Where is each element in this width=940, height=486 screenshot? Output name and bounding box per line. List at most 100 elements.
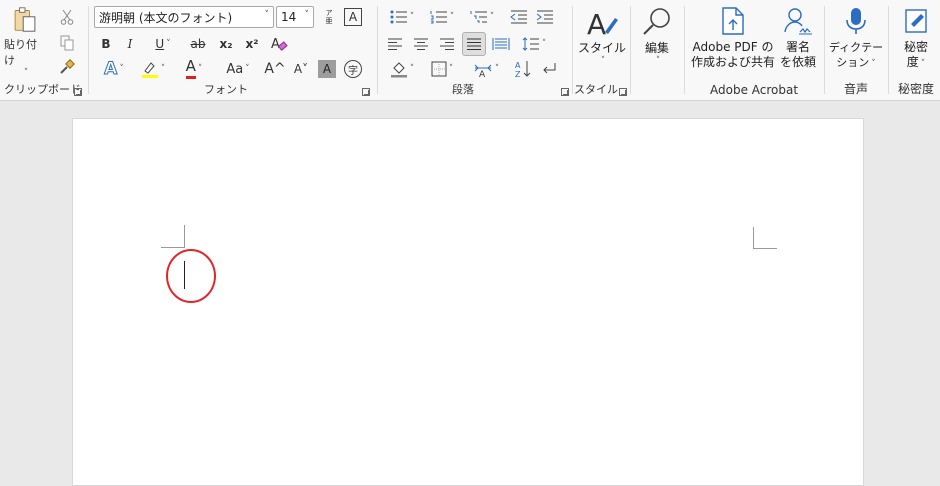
request-signature-button[interactable]: 署名 を依頼 (778, 6, 818, 76)
grow-font-button[interactable]: A^ (264, 58, 286, 80)
superscript-button[interactable]: x² (242, 34, 262, 54)
subscript-button[interactable]: x₂ (216, 34, 236, 54)
underline-icon: U (155, 37, 165, 51)
create-share-pdf-button[interactable]: Adobe PDF の 作成および共有 (690, 6, 776, 76)
increase-indent-button[interactable] (534, 6, 556, 28)
eraser-icon: A (271, 37, 288, 52)
separator (630, 6, 631, 94)
copy-icon (60, 35, 74, 51)
text-effects-button[interactable]: A ˅ (96, 58, 132, 80)
borders-button[interactable]: ˅ (424, 58, 460, 80)
margin-mark-top-left-vertical (184, 225, 185, 247)
paragraph-launcher-icon[interactable] (561, 88, 569, 96)
character-shading-button[interactable]: A (318, 60, 336, 78)
pdf-label-line1: Adobe PDF の (692, 40, 774, 54)
underline-button[interactable]: U ˅ (146, 34, 180, 54)
styles-label: スタイル (578, 41, 627, 55)
font-color-button[interactable]: A ˅ (176, 58, 212, 80)
pdf-share-icon (722, 7, 744, 35)
format-painter-button[interactable] (58, 58, 76, 76)
sort-button[interactable]: AZ (512, 58, 534, 80)
italic-button[interactable]: I (120, 34, 140, 54)
sensitivity-label-icon (905, 9, 927, 33)
sign-label-line1: 署名 (785, 40, 810, 54)
margin-mark-top-right-vertical (753, 227, 754, 249)
voice-group: ディクテー ション ˅ 音声 (826, 0, 886, 101)
bullets-button[interactable]: ˅ (384, 6, 420, 28)
formatting-marks-icon (543, 63, 556, 74)
sensitivity-group: 秘密 度 ˅ 秘密度 (890, 0, 940, 101)
microphone-icon (846, 8, 866, 34)
cut-button[interactable] (58, 8, 76, 26)
chevron-down-icon: ˅ (494, 64, 500, 74)
enclose-characters-button[interactable]: 字 (344, 60, 362, 78)
paragraph-group-label: 段落 (452, 83, 474, 96)
bold-button[interactable]: B (96, 34, 116, 54)
highlighter-icon (141, 62, 158, 78)
change-case-button[interactable]: Aa ˅ (218, 58, 258, 80)
phonetic-guide-button[interactable]: ア亜 (320, 6, 338, 28)
align-left-button[interactable] (384, 33, 406, 55)
separator (377, 6, 378, 94)
enclose-characters-icon: 字 (348, 65, 358, 77)
svg-text:A: A (271, 37, 280, 52)
bullet-list-icon (390, 10, 407, 24)
svg-text:A: A (587, 8, 606, 38)
line-spacing-icon (522, 37, 539, 51)
distributed-button[interactable] (490, 33, 512, 55)
acrobat-group-label: Adobe Acrobat (710, 83, 799, 97)
shading-button[interactable]: ˅ (384, 58, 420, 80)
paste-button[interactable]: 貼り付け ˅ (4, 6, 46, 78)
font-name-value: 游明朝 (本文のフォント) (99, 10, 233, 25)
chevron-down-icon: ˅ (920, 59, 926, 69)
character-border-icon: A (348, 10, 358, 24)
chevron-down-icon: ˅ (409, 12, 415, 22)
distributed-icon (492, 38, 510, 50)
editing-button[interactable]: 編集 ˅ (634, 6, 680, 72)
clipboard-group-label: クリップボード (4, 83, 81, 96)
font-color-icon: A (185, 59, 196, 79)
character-shading-icon: A (322, 62, 332, 76)
font-name-select[interactable]: 游明朝 (本文のフォント) ˅ (94, 6, 274, 28)
sensitivity-button[interactable]: 秘密 度 ˅ (894, 6, 938, 76)
clipboard-launcher-icon[interactable] (74, 88, 82, 96)
font-launcher-icon[interactable] (362, 88, 370, 96)
increase-indent-icon (536, 10, 553, 24)
grow-font-icon: A^ (264, 61, 286, 77)
asian-layout-icon: A (474, 64, 492, 78)
strikethrough-button[interactable]: ab (186, 34, 210, 54)
clipboard-icon (14, 7, 36, 32)
paint-bucket-icon (390, 62, 407, 78)
styles-launcher-icon[interactable] (619, 88, 627, 96)
editing-label: 編集 (644, 41, 669, 55)
justify-button[interactable] (462, 32, 486, 56)
chevron-down-icon: ˅ (871, 59, 876, 69)
character-border-button[interactable]: A (344, 8, 362, 26)
dictate-button[interactable]: ディクテー ション ˅ (828, 6, 884, 76)
multilevel-list-button[interactable]: ˅ (464, 6, 500, 28)
numbering-button[interactable]: ˅ (424, 6, 460, 28)
show-formatting-button[interactable] (538, 58, 560, 80)
phonetic-guide-icon: ア亜 (325, 9, 333, 25)
align-center-button[interactable] (410, 33, 432, 55)
styles-button[interactable]: A スタイル ˅ (578, 6, 626, 78)
align-right-button[interactable] (436, 33, 458, 55)
highlight-button[interactable]: ˅ (136, 58, 170, 80)
styles-group: A スタイル ˅ スタイル (574, 0, 630, 101)
chevron-down-icon: ˅ (264, 10, 270, 20)
search-icon (643, 8, 670, 35)
change-case-icon: Aa (226, 61, 244, 77)
align-left-icon (388, 38, 402, 50)
font-size-select[interactable]: 14 ˅ (276, 6, 314, 28)
asian-layout-button[interactable]: A ˅ (466, 58, 506, 80)
sensitivity-label-line1: 秘密 (903, 40, 928, 54)
copy-button[interactable] (58, 34, 76, 52)
line-spacing-button[interactable]: ˅ (516, 33, 552, 55)
clear-formatting-button[interactable]: A (268, 33, 290, 55)
shrink-font-button[interactable]: A˅ (290, 58, 312, 80)
dictate-label-line2: ション (836, 56, 870, 69)
font-group: 游明朝 (本文のフォント) ˅ 14 ˅ ア亜 A B I U ˅ ab x₂ x… (90, 0, 374, 101)
decrease-indent-button[interactable] (508, 6, 530, 28)
document-page[interactable] (72, 118, 864, 486)
pdf-label-line2: 作成および共有 (690, 55, 775, 69)
